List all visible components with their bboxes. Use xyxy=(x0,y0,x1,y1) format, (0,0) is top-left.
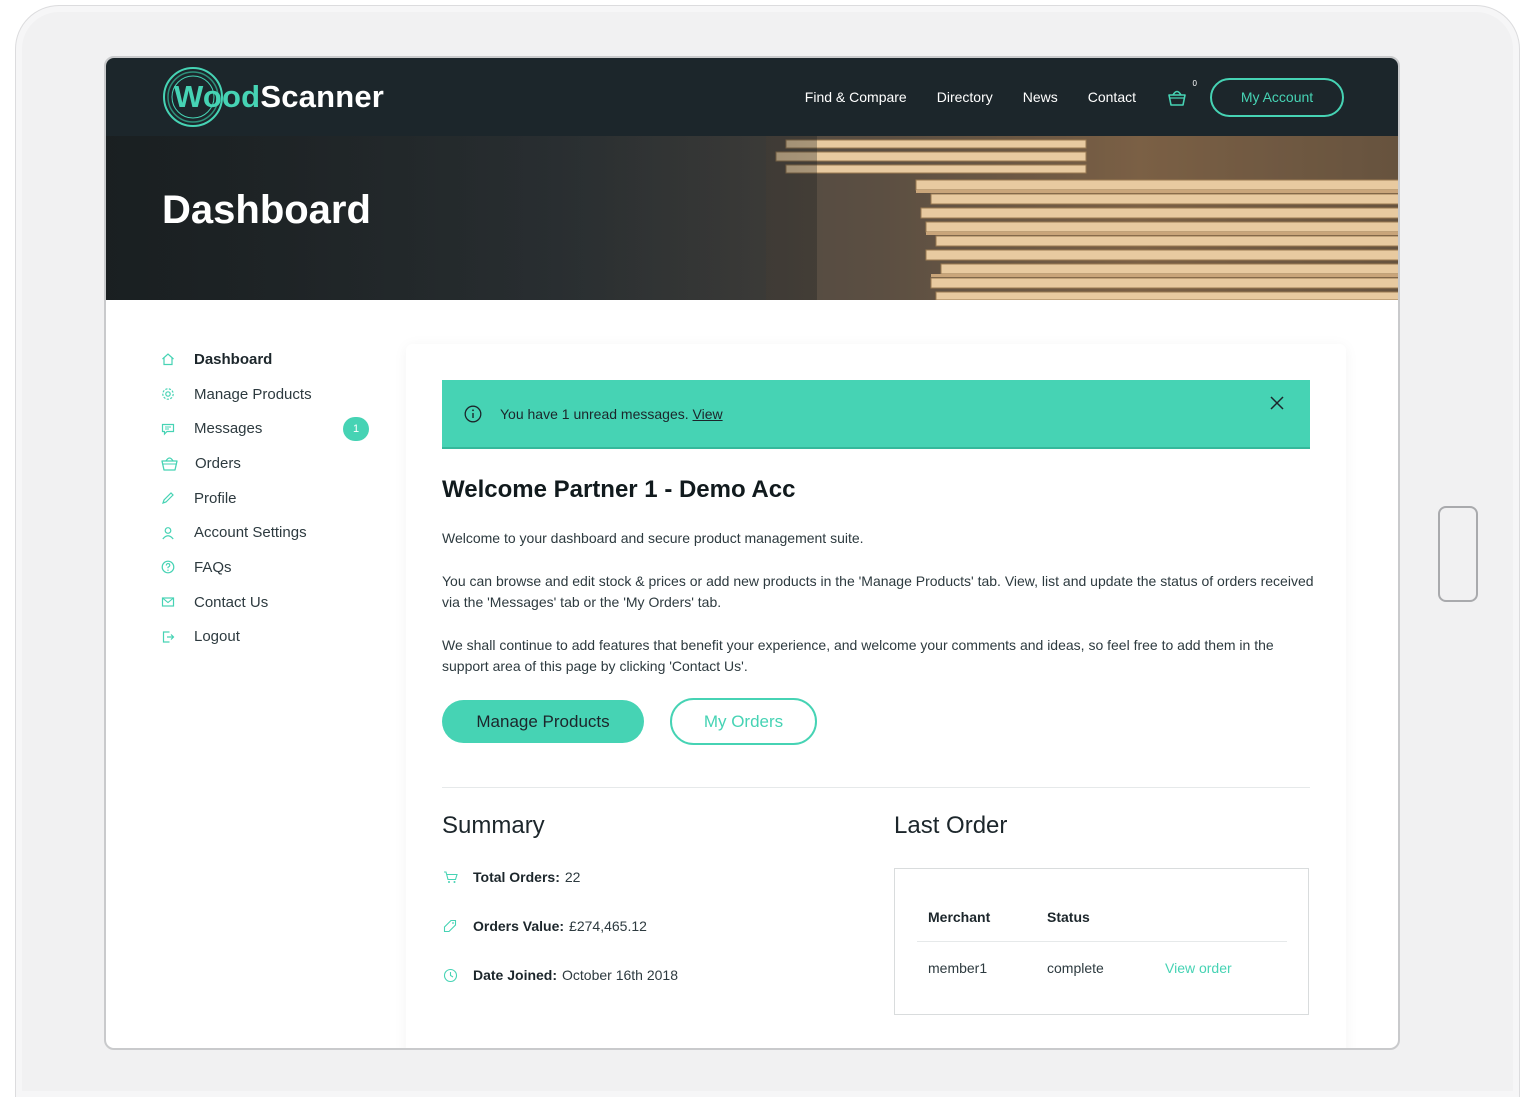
cart-icon xyxy=(442,869,458,885)
my-orders-button[interactable]: My Orders xyxy=(670,698,817,745)
total-orders-value: 22 xyxy=(564,869,581,885)
cart-button[interactable]: 0 xyxy=(1166,79,1197,108)
sidebar-item-manage-products[interactable]: Manage Products xyxy=(160,377,380,412)
sidebar-menu: Dashboard Manage Products Messages 1 Ord… xyxy=(160,342,380,654)
clock-icon xyxy=(442,967,458,983)
tablet-home-button xyxy=(1438,506,1478,602)
nav-news[interactable]: News xyxy=(1023,89,1058,105)
nav-contact[interactable]: Contact xyxy=(1088,89,1136,105)
sidebar-item-contact-us[interactable]: Contact Us xyxy=(160,585,380,620)
timber-stack-image xyxy=(766,136,1398,300)
view-order-link[interactable]: View order xyxy=(1165,960,1232,976)
column-header-merchant: Merchant xyxy=(928,909,991,925)
sidebar-item-account-settings[interactable]: Account Settings xyxy=(160,515,380,550)
column-header-status: Status xyxy=(1047,909,1090,925)
orders-value-amount: £274,465.12 xyxy=(569,918,647,934)
sidebar-item-logout[interactable]: Logout xyxy=(160,620,380,655)
table-divider xyxy=(917,941,1287,942)
dashboard-card: You have 1 unread messages. View Welcome… xyxy=(406,344,1346,1048)
top-navbar: WoodScanner Find & Compare Directory New… xyxy=(106,58,1398,136)
summary-orders-value: Orders Value: £274,465.12 xyxy=(442,918,647,934)
order-merchant: member1 xyxy=(928,960,988,976)
orders-value-label: Orders Value: xyxy=(473,918,565,934)
info-icon xyxy=(464,405,482,422)
sidebar-item-label: Contact Us xyxy=(194,593,269,611)
summary-date-joined: Date Joined: October 16th 2018 xyxy=(442,967,678,983)
logout-icon xyxy=(160,629,176,645)
user-icon xyxy=(160,525,176,541)
date-joined-label: Date Joined: xyxy=(473,967,558,983)
unread-count-badge: 1 xyxy=(343,417,369,442)
sidebar-item-label: Dashboard xyxy=(194,350,273,368)
manage-products-button[interactable]: Manage Products xyxy=(442,700,644,743)
basket-icon xyxy=(160,455,179,472)
nav-find-compare[interactable]: Find & Compare xyxy=(805,89,907,105)
alert-text: You have 1 unread messages. View xyxy=(500,406,723,422)
sidebar-item-label: Account Settings xyxy=(194,524,307,542)
sidebar-item-label: Logout xyxy=(194,628,240,646)
close-icon[interactable] xyxy=(1268,394,1286,412)
main-nav: Find & Compare Directory News Contact 0 … xyxy=(805,77,1344,117)
sidebar-item-orders[interactable]: Orders xyxy=(160,446,380,481)
welcome-heading: Welcome Partner 1 - Demo Acc xyxy=(442,476,796,503)
alert-message: You have 1 unread messages. xyxy=(500,405,693,422)
welcome-paragraph-3: We shall continue to add features that b… xyxy=(442,637,1274,674)
home-icon xyxy=(160,351,176,367)
sidebar-item-label: Orders xyxy=(195,454,241,472)
nav-directory[interactable]: Directory xyxy=(937,89,993,105)
question-icon xyxy=(160,559,176,575)
sidebar-item-messages[interactable]: Messages 1 xyxy=(160,411,380,446)
sidebar-item-label: Messages xyxy=(194,420,263,438)
total-orders-label: Total Orders: xyxy=(473,869,560,885)
sidebar-item-faqs[interactable]: FAQs xyxy=(160,550,380,585)
last-order-table: Merchant Status member1 complete View or… xyxy=(894,868,1309,1015)
welcome-paragraph-1: Welcome to your dashboard and secure pro… xyxy=(442,530,864,546)
cart-count: 0 xyxy=(1192,79,1197,88)
basket-icon xyxy=(1168,90,1186,106)
sidebar-item-profile[interactable]: Profile xyxy=(160,481,380,516)
message-icon xyxy=(160,421,176,437)
envelope-icon xyxy=(160,594,176,610)
gear-icon xyxy=(160,386,176,402)
order-status: complete xyxy=(1047,960,1104,976)
browser-screen: WoodScanner Find & Compare Directory New… xyxy=(104,56,1400,1050)
tag-icon xyxy=(442,918,458,934)
sidebar-item-dashboard[interactable]: Dashboard xyxy=(160,342,380,377)
summary-heading: Summary xyxy=(442,812,545,839)
summary-total-orders: Total Orders: 22 xyxy=(442,869,580,885)
section-divider xyxy=(442,787,1310,788)
alert-view-link[interactable]: View xyxy=(693,406,723,422)
pencil-icon xyxy=(160,490,176,506)
page-title: Dashboard xyxy=(162,188,371,232)
sidebar-item-label: FAQs xyxy=(194,558,232,576)
welcome-paragraph-2: You can browse and edit stock & prices o… xyxy=(442,573,1314,610)
my-account-button[interactable]: My Account xyxy=(1210,77,1344,117)
sidebar-item-label: Profile xyxy=(194,489,237,507)
sidebar-item-label: Manage Products xyxy=(194,385,312,403)
unread-messages-alert: You have 1 unread messages. View xyxy=(442,380,1310,449)
logo-text: WoodScanner xyxy=(174,79,385,114)
last-order-heading: Last Order xyxy=(894,812,1008,839)
hero-banner: Dashboard xyxy=(106,136,1398,300)
logo[interactable]: WoodScanner xyxy=(162,66,384,128)
date-joined-value: October 16th 2018 xyxy=(562,967,678,983)
